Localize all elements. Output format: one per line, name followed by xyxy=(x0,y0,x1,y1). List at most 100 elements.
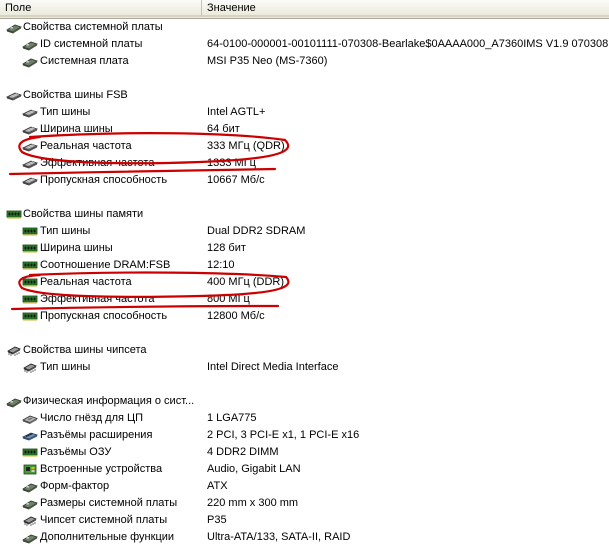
group-header-row[interactable]: Свойства шины памяти xyxy=(0,206,609,223)
property-row[interactable]: Ширина шины 128 бит xyxy=(0,240,609,257)
property-row[interactable]: Встроенные устройства Audio, Gigabit LAN xyxy=(0,461,609,478)
field-value: ATX xyxy=(207,480,228,492)
property-row[interactable]: Тип шины Intel AGTL+ xyxy=(0,104,609,121)
property-row[interactable]: Разъёмы ОЗУ 4 DDR2 DIMM xyxy=(0,444,609,461)
group-label: Физическая информация о сист... xyxy=(23,395,195,407)
field-value: 64 бит xyxy=(207,123,240,135)
group-label: Свойства шины чипсета xyxy=(23,344,147,356)
chipset-icon xyxy=(22,514,38,527)
field-label: Системная плата xyxy=(40,55,129,67)
expansion-slot-icon xyxy=(21,429,39,442)
field-value: Dual DDR2 SDRAM xyxy=(207,225,306,237)
group-header-row[interactable]: Свойства системной платы xyxy=(0,19,609,36)
field-value: 2 PCI, 3 PCI-E x1, 1 PCI-E x16 xyxy=(207,429,360,441)
property-row[interactable]: Соотношение DRAM:FSB 12:10 xyxy=(0,257,609,274)
field-value: 1 LGA775 xyxy=(207,412,257,424)
property-row[interactable]: Пропускная способность 12800 Мб/с xyxy=(0,308,609,325)
field-label: Реальная частота xyxy=(40,140,132,152)
memory-icon xyxy=(6,208,22,221)
bus-icon xyxy=(5,89,23,102)
field-label: Чипсет системной платы xyxy=(40,514,168,526)
property-row[interactable]: Число гнёзд для ЦП 1 LGA775 xyxy=(0,410,609,427)
memory-icon xyxy=(22,293,38,306)
cpu-socket-icon xyxy=(22,412,38,425)
field-label: Разъёмы расширения xyxy=(40,429,153,441)
field-value: 12800 Мб/с xyxy=(207,310,265,322)
property-row[interactable]: Системная плата MSI P35 Neo (MS-7360) xyxy=(0,53,609,70)
field-label: ID системной платы xyxy=(40,38,143,50)
field-label: Тип шины xyxy=(40,361,91,373)
property-row[interactable]: Пропускная способность 10667 Мб/с xyxy=(0,172,609,189)
blank-row xyxy=(0,325,609,342)
field-value: 128 бит xyxy=(207,242,246,254)
field-value: 12:10 xyxy=(207,259,235,271)
field-value: 400 МГц (DDR) xyxy=(207,276,285,288)
field-label: Разъёмы ОЗУ xyxy=(40,446,112,458)
memory-icon xyxy=(22,446,38,459)
field-label: Тип шины xyxy=(40,106,91,118)
field-value: 64-0100-000001-00101111-070308-Bearlake$… xyxy=(207,38,609,50)
property-row[interactable]: Эффективная частота 1333 МГц xyxy=(0,155,609,172)
field-label: Тип шины xyxy=(40,225,91,237)
group-header-row[interactable]: Свойства шины FSB xyxy=(0,87,609,104)
bus-icon xyxy=(21,123,39,136)
column-header-field[interactable]: Поле xyxy=(0,0,202,17)
group-label: Свойства системной платы xyxy=(23,21,163,33)
blank-row xyxy=(0,376,609,393)
property-row[interactable]: Размеры системной платы 220 mm x 300 mm xyxy=(0,495,609,512)
property-row[interactable]: Эффективная частота 800 МГц xyxy=(0,291,609,308)
motherboard-icon xyxy=(6,395,22,408)
column-header-value[interactable]: Значение xyxy=(202,0,609,17)
field-label: Пропускная способность xyxy=(40,310,168,322)
blank-row xyxy=(0,70,609,87)
bus-icon xyxy=(21,106,39,119)
memory-icon xyxy=(22,259,38,272)
field-label: Эффективная частота xyxy=(40,293,155,305)
field-value: 800 МГц xyxy=(207,293,250,305)
list-header: Поле Значение xyxy=(0,0,609,19)
bus-icon xyxy=(21,140,39,153)
property-row[interactable]: Тип шины Dual DDR2 SDRAM xyxy=(0,223,609,240)
field-value: MSI P35 Neo (MS-7360) xyxy=(207,55,328,67)
field-value: 1333 МГц xyxy=(207,157,256,169)
memory-icon xyxy=(22,310,38,323)
motherboard-icon xyxy=(22,531,38,544)
field-label: Размеры системной платы xyxy=(40,497,178,509)
field-value: 4 DDR2 DIMM xyxy=(207,446,279,458)
integrated-device-icon xyxy=(22,463,38,476)
property-row[interactable]: Чипсет системной платы P35 xyxy=(0,512,609,529)
field-value: Audio, Gigabit LAN xyxy=(207,463,301,475)
chipset-icon xyxy=(6,344,22,357)
field-label: Число гнёзд для ЦП xyxy=(40,412,144,424)
property-row[interactable]: Тип шины Intel Direct Media Interface xyxy=(0,359,609,376)
property-row[interactable]: Дополнительные функции Ultra-ATA/133, SAT… xyxy=(0,529,609,546)
property-row[interactable]: ID системной платы 64-0100-000001-0010111… xyxy=(0,36,609,53)
field-label: Пропускная способность xyxy=(40,174,168,186)
group-header-row[interactable]: Свойства шины чипсета xyxy=(0,342,609,359)
memory-icon xyxy=(22,242,38,255)
property-row[interactable]: Форм-фактор ATX xyxy=(0,478,609,495)
group-header-row[interactable]: Физическая информация о сист... xyxy=(0,393,609,410)
motherboard-icon xyxy=(6,21,22,34)
motherboard-icon xyxy=(22,55,38,68)
field-value: 220 mm x 300 mm xyxy=(207,497,299,509)
group-label: Свойства шины памяти xyxy=(23,208,144,220)
blank-row xyxy=(0,189,609,206)
motherboard-icon xyxy=(22,480,38,493)
field-value: 10667 Мб/с xyxy=(207,174,265,186)
field-label: Эффективная частота xyxy=(40,157,155,169)
bus-icon xyxy=(21,157,39,170)
field-value: 333 МГц (QDR) xyxy=(207,140,285,152)
property-row[interactable]: Разъёмы расширения 2 PCI, 3 PCI-E x1, 1 P… xyxy=(0,427,609,444)
memory-icon xyxy=(22,225,38,238)
motherboard-icon xyxy=(22,497,38,510)
bus-icon xyxy=(21,174,39,187)
field-value: Ultra-ATA/133, SATA-II, RAID xyxy=(207,531,351,543)
field-value: Intel Direct Media Interface xyxy=(207,361,339,373)
field-label: Ширина шины xyxy=(40,123,113,135)
field-value: Intel AGTL+ xyxy=(207,106,266,118)
property-row[interactable]: Реальная частота 333 МГц (QDR) xyxy=(0,138,609,155)
property-row[interactable]: Ширина шины 64 бит xyxy=(0,121,609,138)
field-label: Встроенные устройства xyxy=(40,463,163,475)
property-row[interactable]: Реальная частота 400 МГц (DDR) xyxy=(0,274,609,291)
